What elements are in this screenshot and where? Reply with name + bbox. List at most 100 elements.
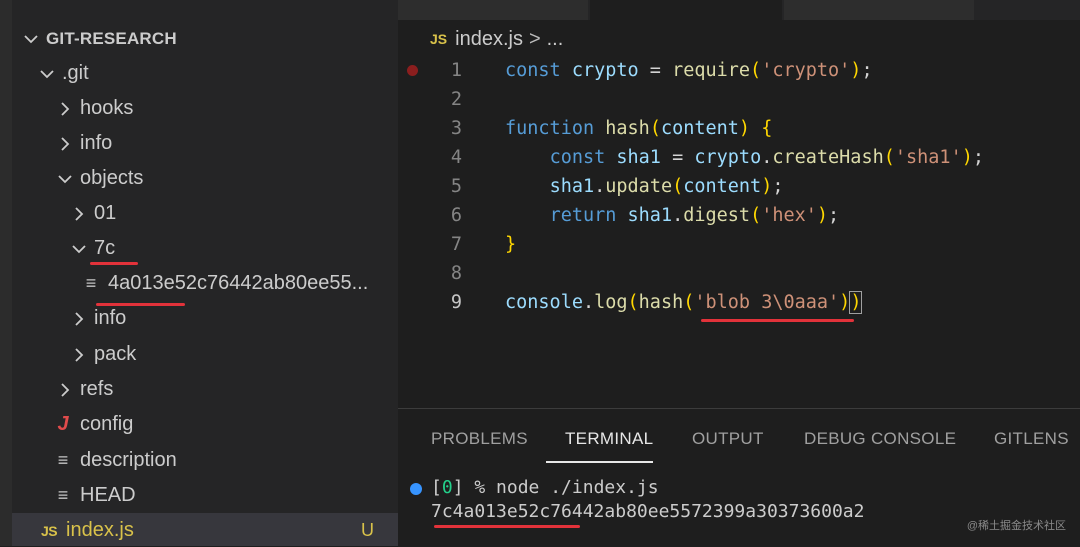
code-token: 'crypto' <box>761 60 851 81</box>
editor-tab[interactable] <box>784 0 974 20</box>
code-token: = <box>638 60 673 81</box>
tree-item-label: 7c <box>94 237 116 259</box>
tree-item-label: 01 <box>94 202 117 224</box>
tree-item-label: pack <box>94 343 137 365</box>
code-token: crypto <box>571 60 639 81</box>
code-line[interactable]: 8 <box>398 259 1080 288</box>
tree-folder-7c[interactable]: 7c <box>12 231 398 266</box>
code-token: . <box>582 292 595 313</box>
chevron-right-icon <box>54 98 76 120</box>
code-line[interactable]: 1 const crypto = require('crypto'); <box>398 56 1080 85</box>
editor-tab[interactable] <box>398 0 588 20</box>
terminal-output: 7c4a013e52c76442ab80ee5572399a30373600a2 <box>431 501 865 522</box>
tree-file-config[interactable]: J config <box>12 407 398 442</box>
code-token: ( <box>649 118 661 139</box>
chevron-down-icon <box>36 63 58 85</box>
chevron-right-icon <box>68 344 90 366</box>
line-number: 1 <box>450 60 462 81</box>
tree-item-label: 4a013e52c76442ab80ee55... <box>108 272 369 294</box>
code-token: . <box>594 176 606 197</box>
tree-folder-objects[interactable]: objects <box>12 161 398 196</box>
code-token: sha1 <box>549 176 595 197</box>
tree-folder-refs[interactable]: refs <box>12 372 398 407</box>
code-token: content <box>683 176 762 197</box>
code-token: . <box>672 205 684 226</box>
tree-folder-pack[interactable]: pack <box>12 337 398 372</box>
code-line[interactable]: 3 function hash(content) { <box>398 114 1080 143</box>
code-token: . <box>761 147 773 168</box>
tree-folder-hooks[interactable]: hooks <box>12 91 398 126</box>
code-token: ) <box>816 205 829 226</box>
tree-folder-info[interactable]: info <box>12 126 398 161</box>
prompt-bracket: [ <box>431 477 442 498</box>
code-token: ( <box>750 60 762 81</box>
breadcrumb-more[interactable]: ... <box>547 28 564 51</box>
code-line[interactable]: 2 <box>398 85 1080 114</box>
code-token: 'blob 3\0aaa' <box>694 292 840 313</box>
code-token: ( <box>883 147 895 168</box>
code-text: console.log(hash('blob 3\0aaa')) <box>505 291 863 314</box>
breakpoint-icon[interactable] <box>407 65 418 76</box>
code-token: sha1 <box>616 147 661 168</box>
tree-file-description[interactable]: ≡ description <box>12 443 398 478</box>
code-token: ; <box>772 176 784 197</box>
code-token: ) <box>961 147 973 168</box>
line-number: 8 <box>450 263 462 284</box>
tree-item-label: hooks <box>80 97 134 119</box>
code-token: = <box>660 147 695 168</box>
editor-tab-active[interactable] <box>590 0 782 20</box>
breadcrumb: JS index.js > ... <box>430 26 563 52</box>
panel-tab-terminal[interactable]: TERMINAL <box>565 429 653 449</box>
line-number: 3 <box>450 118 462 139</box>
tree-file-object[interactable]: ≡ 4a013e52c76442ab80ee55... <box>12 266 398 301</box>
explorer-root[interactable]: GIT-RESEARCH <box>12 21 398 56</box>
line-number: 5 <box>450 176 462 197</box>
panel-tab-gitlens[interactable]: GITLENS <box>994 429 1069 449</box>
chevron-right-icon: > <box>528 27 541 50</box>
code-token: ( <box>750 205 762 226</box>
code-token: { <box>761 118 773 139</box>
chevron-right-icon <box>54 133 76 155</box>
tree-folder-01[interactable]: 01 <box>12 196 398 231</box>
tree-item-label: index.js <box>66 519 134 541</box>
code-line[interactable]: 9 console.log(hash('blob 3\0aaa')) <box>398 288 1080 317</box>
code-text: function hash(content) { <box>505 118 772 139</box>
file-lines-icon: ≡ <box>85 273 97 293</box>
code-token: hash <box>638 292 684 313</box>
chevron-down-icon <box>68 238 90 260</box>
breadcrumb-file[interactable]: index.js <box>455 28 523 51</box>
chevron-down-icon <box>20 28 42 50</box>
code-token: const <box>549 147 617 168</box>
tree-file-indexjs[interactable]: JS index.js U <box>12 513 398 546</box>
tree-file-head[interactable]: ≡ HEAD <box>12 478 398 513</box>
tree-folder-git[interactable]: .git <box>12 56 398 91</box>
code-token: hash <box>605 118 650 139</box>
code-token: ) <box>738 118 751 139</box>
code-text: } <box>505 234 516 255</box>
tree-folder-info-2[interactable]: info <box>12 301 398 336</box>
explorer-root-label: GIT-RESEARCH <box>46 28 177 48</box>
annotation-underline-7c <box>90 262 138 265</box>
code-line[interactable]: 7} <box>398 230 1080 259</box>
code-token: ( <box>672 176 684 197</box>
code-text: return sha1.digest('hex'); <box>505 205 840 226</box>
panel-tab-output[interactable]: OUTPUT <box>692 429 764 449</box>
code-token: return <box>549 205 628 226</box>
file-lines-icon: ≡ <box>57 485 69 505</box>
prompt-command: ] % node ./index.js <box>452 477 659 498</box>
activity-bar-edge <box>0 0 12 546</box>
tree-item-label: description <box>80 449 177 471</box>
javascript-file-icon: JS <box>40 522 58 539</box>
code-line[interactable]: 4 const sha1 = crypto.createHash('sha1')… <box>398 143 1080 172</box>
code-token: update <box>605 176 673 197</box>
editor-tab-bar <box>398 0 1080 20</box>
bottom-panel: PROBLEMS TERMINAL OUTPUT DEBUG CONSOLE G… <box>398 408 1080 547</box>
panel-tab-problems[interactable]: PROBLEMS <box>431 429 528 449</box>
explorer-sidebar: GIT-RESEARCH .git hooks info objects 01 … <box>0 0 398 546</box>
code-line[interactable]: 6 return sha1.digest('hex'); <box>398 201 1080 230</box>
panel-tab-debug-console[interactable]: DEBUG CONSOLE <box>804 429 956 449</box>
code-line[interactable]: 5 sha1.update(content); <box>398 172 1080 201</box>
chevron-right-icon <box>68 203 90 225</box>
